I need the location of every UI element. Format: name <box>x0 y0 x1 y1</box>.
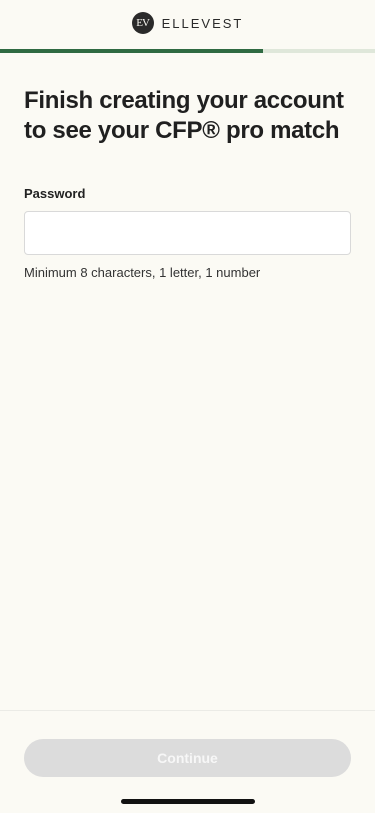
password-helper-text: Minimum 8 characters, 1 letter, 1 number <box>24 265 261 280</box>
app-header: EV ELLEVEST <box>0 0 375 50</box>
progress-bar <box>0 49 375 53</box>
page-title: Finish creating your account to see your… <box>24 87 344 144</box>
password-label: Password <box>24 186 86 201</box>
footer-bar: Continue <box>0 710 375 813</box>
continue-button[interactable]: Continue <box>24 739 351 777</box>
password-input[interactable] <box>24 211 351 255</box>
ellevest-wordmark: ELLEVEST <box>161 15 244 31</box>
progress-fill <box>0 49 263 53</box>
ellevest-logo-icon: EV <box>131 12 154 34</box>
main-content: Finish creating your account to see your… <box>24 86 360 280</box>
ellevest-logo: EV ELLEVEST <box>131 12 244 34</box>
home-indicator <box>121 799 255 804</box>
